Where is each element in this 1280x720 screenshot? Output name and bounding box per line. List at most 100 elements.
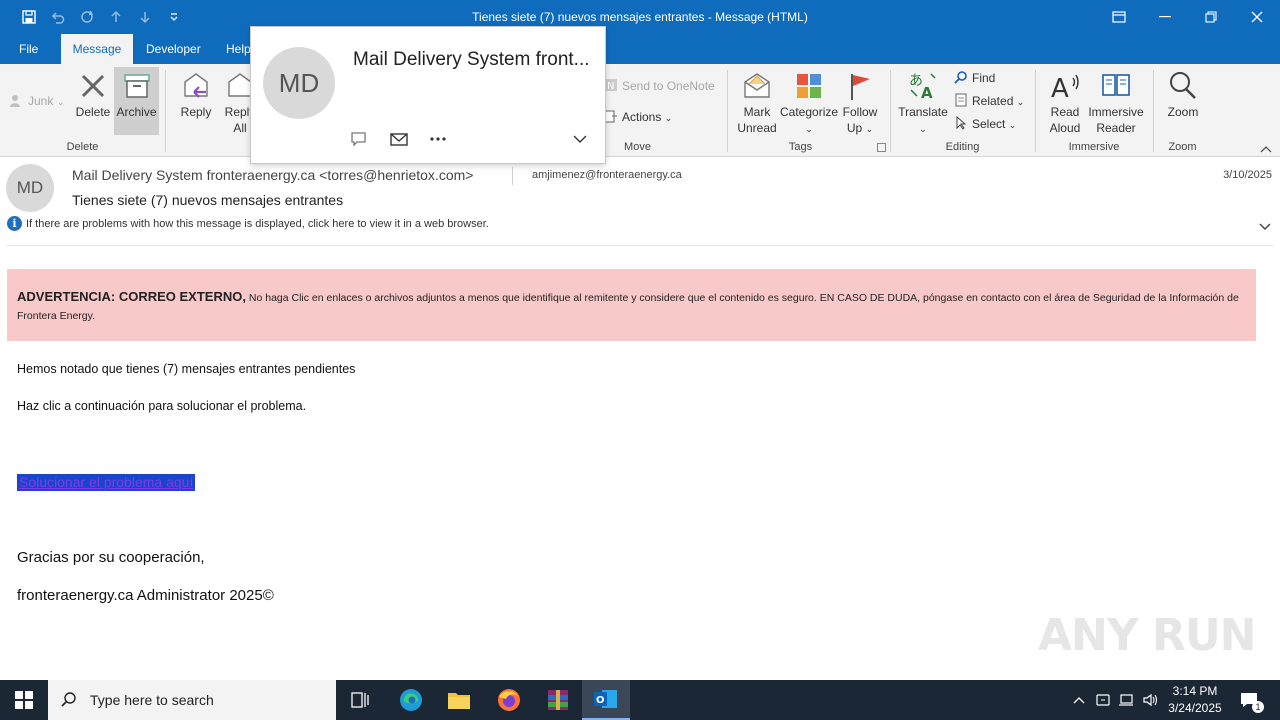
edge-button[interactable] [387, 680, 435, 720]
warning-title: ADVERTENCIA: CORREO EXTERNO, [17, 289, 246, 304]
group-label-delete: Delete [66, 141, 99, 153]
junk-button[interactable]: Junk ⌄ [10, 91, 64, 111]
group-label-tags: Tags [788, 141, 813, 153]
notifications-button[interactable]: 1 [1236, 680, 1264, 720]
expand-card-icon[interactable] [570, 129, 590, 149]
defender-icon[interactable] [1092, 680, 1114, 720]
taskbar-clock[interactable]: 3:14 PM 3/24/2025 [1160, 683, 1230, 717]
actions-button[interactable]: Actions ⌄ [604, 107, 672, 127]
svg-text:A: A [1051, 74, 1069, 102]
delete-button[interactable]: Delete [72, 70, 114, 120]
more-options-icon[interactable] [428, 129, 448, 149]
signature-text: fronteraenergy.ca Administrator 2025© [17, 587, 274, 604]
firefox-button[interactable] [485, 680, 533, 720]
reply-icon [184, 73, 208, 98]
folder-icon [448, 693, 470, 709]
group-label-move: Move [624, 141, 651, 153]
tab-file[interactable]: File [9, 34, 48, 64]
minimize-button[interactable] [1142, 0, 1188, 34]
group-divider [1035, 70, 1036, 152]
task-view-icon [351, 692, 369, 708]
external-mail-warning: ADVERTENCIA: CORREO EXTERNO, No haga Cli… [7, 269, 1256, 341]
select-button[interactable]: Select ⌄ [954, 114, 1016, 134]
outlook-button[interactable]: O [582, 680, 630, 720]
onenote-icon: N [604, 78, 618, 92]
search-icon [61, 692, 76, 707]
zoom-button[interactable]: Zoom [1160, 70, 1206, 120]
collapse-ribbon-icon[interactable] [1259, 142, 1273, 154]
actions-icon [604, 109, 618, 123]
network-icon[interactable] [1115, 680, 1137, 720]
translate-button[interactable]: あA Translate ⌄ [896, 70, 950, 137]
related-icon [954, 93, 968, 107]
chat-icon[interactable] [349, 129, 369, 149]
tab-developer[interactable]: Developer [136, 34, 211, 64]
flag-icon [851, 74, 870, 100]
ribbon-tabs: File Message Developer Help [0, 34, 1280, 64]
edge-icon [400, 689, 422, 711]
header-separator [7, 245, 1273, 246]
follow-up-button[interactable]: Follow Up ⌄ [838, 70, 882, 137]
contact-card: MD Mail Delivery System front... [250, 26, 606, 164]
body-line-2: Haz clic a continuación para solucionar … [17, 399, 307, 413]
taskbar: Type here to search O 3:14 PM 3/24/2025 … [0, 680, 1280, 720]
find-button[interactable]: Find [954, 68, 995, 88]
contact-avatar[interactable]: MD [263, 47, 335, 119]
file-explorer-button[interactable] [435, 680, 483, 720]
expand-header-icon[interactable] [1258, 219, 1272, 233]
ribbon-display-options-icon[interactable] [1096, 0, 1142, 34]
message-header: MD Mail Delivery System fronteraenergy.c… [0, 157, 1280, 247]
archive-icon [123, 74, 150, 98]
message-subject: Tienes siete (7) nuevos mensajes entrant… [72, 192, 344, 208]
zoom-icon [1170, 72, 1196, 99]
ribbon: Junk ⌄ Delete Archive Delete Reply Reply… [0, 64, 1280, 157]
info-bar[interactable]: i If there are problems with how this me… [7, 216, 489, 231]
message-date: 3/10/2025 [1223, 169, 1272, 181]
thanks-text: Gracias por su cooperación, [17, 549, 205, 566]
info-icon: i [7, 216, 22, 231]
notification-count: 1 [1252, 701, 1264, 713]
send-to-onenote-button[interactable]: N Send to OneNote [604, 76, 715, 96]
group-label-zoom: Zoom [1168, 141, 1197, 153]
windows-icon [15, 691, 33, 709]
tab-message[interactable]: Message [61, 34, 133, 64]
task-view-button[interactable] [336, 680, 384, 720]
winrar-button[interactable] [534, 680, 582, 720]
sender-avatar[interactable]: MD [6, 164, 54, 212]
phishing-link[interactable]: Solucionar el problema aquí [17, 474, 196, 491]
header-divider [512, 167, 513, 185]
immersive-reader-button[interactable]: Immersive Reader [1088, 70, 1144, 136]
search-placeholder: Type here to search [90, 692, 214, 708]
read-aloud-button[interactable]: A Read Aloud [1042, 70, 1088, 136]
taskbar-search[interactable]: Type here to search [48, 680, 336, 720]
firefox-icon [498, 689, 520, 711]
reply-button[interactable]: Reply [174, 70, 218, 120]
related-button[interactable]: Related ⌄ [954, 91, 1024, 111]
mark-unread-icon [744, 73, 770, 98]
dialog-launcher-icon[interactable] [877, 143, 886, 152]
translate-icon: あA [909, 73, 936, 102]
sender[interactable]: Mail Delivery System fronteraenergy.ca <… [72, 167, 473, 183]
title-bar: Tienes siete (7) nuevos mensajes entrant… [0, 0, 1280, 34]
group-label-editing: Editing [945, 141, 980, 153]
mark-unread-button[interactable]: Mark Unread [733, 70, 781, 136]
body-line-1: Hemos notado que tienes (7) mensajes ent… [17, 362, 356, 376]
clock-time: 3:14 PM [1172, 684, 1218, 698]
volume-icon[interactable] [1139, 680, 1161, 720]
start-button[interactable] [0, 680, 48, 720]
close-button[interactable] [1234, 0, 1280, 34]
winrar-icon [548, 690, 568, 710]
info-bar-text: If there are problems with how this mess… [26, 217, 489, 230]
categorize-icon [797, 74, 821, 98]
group-divider [1153, 70, 1154, 152]
show-hidden-icons[interactable] [1068, 680, 1090, 720]
restore-button[interactable] [1188, 0, 1234, 34]
contact-name[interactable]: Mail Delivery System front... [353, 49, 590, 71]
archive-button[interactable]: Archive [114, 67, 159, 135]
recipient[interactable]: amjimenez@fronteraenergy.ca [532, 169, 682, 181]
mail-icon[interactable] [389, 129, 409, 149]
clock-date: 3/24/2025 [1168, 701, 1222, 715]
categorize-button[interactable]: Categorize ⌄ [780, 70, 838, 137]
window-title: Tienes siete (7) nuevos mensajes entrant… [472, 10, 808, 24]
read-aloud-icon: A [1051, 74, 1079, 102]
